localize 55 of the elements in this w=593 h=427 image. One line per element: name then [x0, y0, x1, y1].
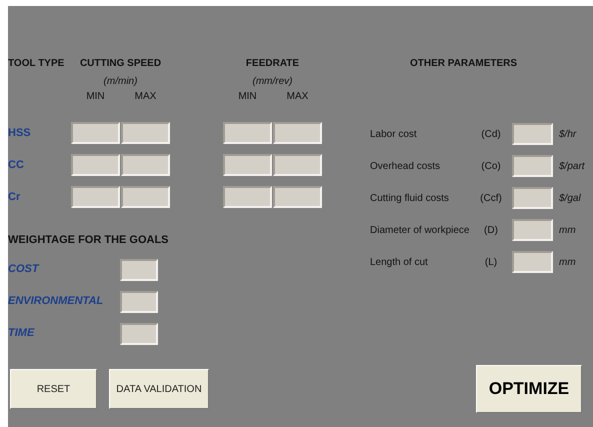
- input-field[interactable]: [120, 258, 158, 280]
- parameter-label: Labor cost: [370, 128, 418, 142]
- input-field[interactable]: [512, 155, 553, 177]
- parameter-label: Cutting fluid costs: [370, 192, 450, 206]
- action-button[interactable]: OPTIMIZE: [476, 365, 582, 413]
- parameter-label: Overhead costs: [370, 160, 442, 174]
- tool-label: Cr: [8, 190, 22, 205]
- tool-label: CC: [8, 158, 25, 173]
- unit-label: (m/min): [102, 75, 138, 89]
- goal-label: TIME: [8, 326, 36, 342]
- unit-label: $/part: [559, 160, 585, 174]
- unit-label: (mm/rev): [252, 75, 294, 89]
- input-field[interactable]: [512, 123, 553, 145]
- input-field[interactable]: [120, 322, 158, 344]
- parameter-label: Diameter of workpiece: [370, 224, 470, 238]
- input-field[interactable]: [512, 219, 553, 241]
- input-field[interactable]: [120, 290, 158, 312]
- action-button[interactable]: RESET: [10, 369, 97, 409]
- parameter-code: (D): [483, 224, 499, 238]
- unit-label: mm: [559, 224, 576, 238]
- input-field[interactable]: [121, 154, 170, 176]
- input-field[interactable]: [273, 122, 322, 144]
- parameter-code: (Ccf): [479, 192, 503, 206]
- input-field[interactable]: [223, 186, 272, 208]
- column-heading: FEEDRATE: [244, 57, 300, 71]
- section-heading: OTHER PARAMETERS: [410, 57, 518, 71]
- parameter-code: (Cd): [480, 128, 502, 142]
- input-field[interactable]: [121, 122, 170, 144]
- input-field[interactable]: [273, 154, 322, 176]
- input-field[interactable]: [512, 251, 553, 273]
- column-label: MIN: [85, 90, 106, 104]
- column-label: MIN: [237, 90, 258, 104]
- input-field[interactable]: [71, 122, 120, 144]
- tool-label: HSS: [8, 126, 32, 141]
- input-field[interactable]: [121, 186, 170, 208]
- column-label: MAX: [134, 90, 158, 104]
- input-field[interactable]: [512, 187, 553, 209]
- action-button[interactable]: DATA VALIDATION: [109, 369, 209, 409]
- column-heading: TOOL TYPE: [8, 57, 66, 71]
- input-field[interactable]: [223, 122, 272, 144]
- section-heading: WEIGHTAGE FOR THE GOALS: [8, 233, 170, 248]
- column-label: MAX: [286, 90, 310, 104]
- input-field[interactable]: [223, 154, 272, 176]
- input-field[interactable]: [273, 186, 322, 208]
- unit-label: $/hr: [559, 128, 576, 142]
- input-field[interactable]: [71, 154, 120, 176]
- unit-label: mm: [559, 256, 576, 270]
- parameter-label: Length of cut: [370, 256, 429, 270]
- unit-label: $/gal: [559, 192, 581, 206]
- goal-label: ENVIRONMENTAL: [8, 294, 104, 310]
- goal-label: COST: [8, 262, 40, 278]
- parameter-code: (L): [484, 256, 498, 270]
- column-heading: CUTTING SPEED: [78, 57, 162, 71]
- input-field[interactable]: [71, 186, 120, 208]
- parameter-code: (Co): [480, 160, 502, 174]
